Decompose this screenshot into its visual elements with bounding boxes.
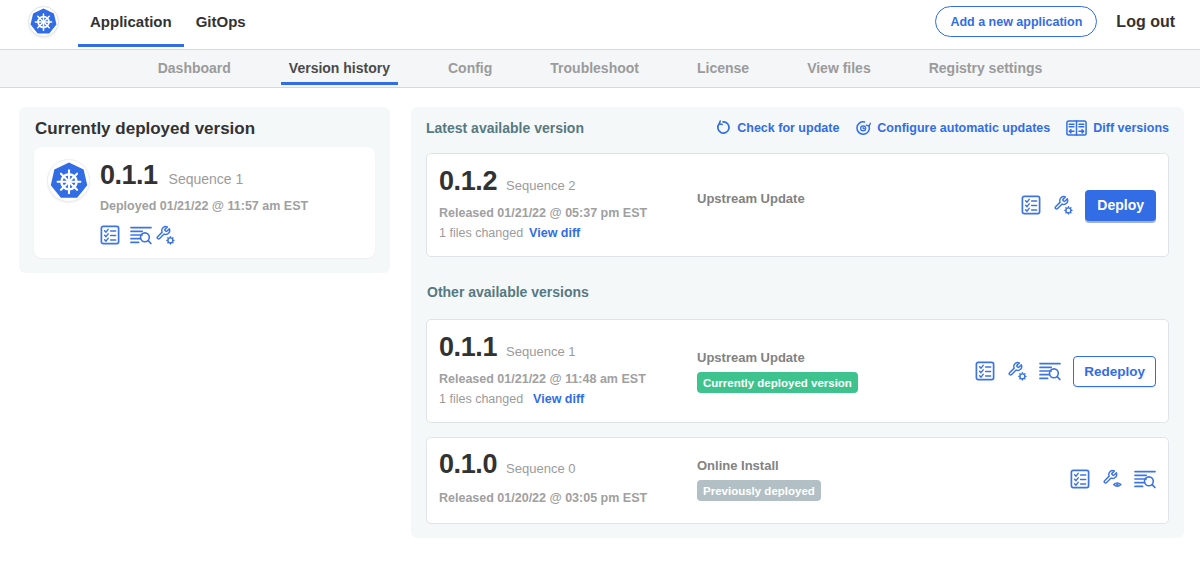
edit-config-icon[interactable] — [155, 225, 175, 245]
version-source: Online Install Previously deployed — [697, 457, 1070, 501]
subnav-item-config[interactable]: Config — [440, 50, 500, 87]
subnav-item-registry-settings[interactable]: Registry settings — [921, 50, 1051, 87]
header-right: Add a new application Log out — [935, 6, 1200, 37]
subnav-item-troubleshoot[interactable]: Troubleshoot — [542, 50, 647, 87]
version-info: 0.1.0 Sequence 0 Released 01/20/22 @ 03:… — [439, 450, 697, 508]
version-card-0-1-1: 0.1.1 Sequence 1 Released 01/21/22 @ 11:… — [426, 319, 1169, 423]
subnav-label: Version history — [289, 60, 390, 76]
check-for-update-label: Check for update — [737, 121, 839, 135]
version-source-label: Online Install — [697, 457, 1070, 474]
configure-automatic-updates-label: Configure automatic updates — [877, 121, 1050, 135]
files-changed-label: 1 files changed — [439, 392, 523, 406]
main-content: Currently deployed version 0.1.1 Sequenc… — [0, 88, 1200, 538]
preflight-checklist-icon[interactable] — [975, 361, 995, 381]
subnav-label: Troubleshoot — [550, 60, 639, 76]
current-version-actions — [100, 225, 308, 245]
files-changed-line: 1 files changed View diff — [439, 223, 697, 243]
tab-gitops[interactable]: GitOps — [184, 0, 258, 49]
version-source: Upstream Update — [697, 190, 1021, 207]
subnav-item-license[interactable]: License — [689, 50, 757, 87]
auto-update-icon — [855, 120, 871, 136]
version-history-panel: Latest available version Check for updat… — [411, 107, 1184, 538]
subnav-label: Config — [448, 60, 492, 76]
edit-config-icon[interactable] — [1053, 195, 1073, 215]
files-changed-label: 1 files changed — [439, 226, 523, 240]
diff-versions-label: Diff versions — [1093, 121, 1169, 135]
currently-deployed-card: 0.1.1 Sequence 1 Deployed 01/21/22 @ 11:… — [34, 147, 375, 258]
version-source-label: Upstream Update — [697, 190, 1021, 207]
version-actions: Deploy — [1021, 190, 1156, 221]
diff-versions-link[interactable]: Diff versions — [1066, 120, 1169, 136]
version-sequence: Sequence 1 — [506, 344, 575, 359]
latest-version-title: Latest available version — [426, 120, 584, 136]
deploy-button[interactable]: Deploy — [1085, 190, 1156, 221]
subnav-label: Dashboard — [158, 60, 231, 76]
version-card-0-1-0: 0.1.0 Sequence 0 Released 01/20/22 @ 03:… — [426, 437, 1169, 524]
currently-deployed-badge: Currently deployed version — [697, 372, 858, 393]
subnav-label: License — [697, 60, 749, 76]
current-version-deployed-at: Deployed 01/21/22 @ 11:57 am EST — [100, 198, 308, 215]
currently-deployed-info: 0.1.1 Sequence 1 Deployed 01/21/22 @ 11:… — [100, 159, 308, 245]
version-info: 0.1.2 Sequence 2 Released 01/21/22 @ 05:… — [439, 167, 697, 243]
version-info: 0.1.1 Sequence 1 Released 01/21/22 @ 11:… — [439, 333, 697, 409]
version-released-at: Released 01/20/22 @ 03:05 pm EST — [439, 488, 697, 508]
kubernetes-logo-icon — [50, 162, 88, 200]
version-sequence: Sequence 2 — [506, 178, 575, 193]
current-version-number: 0.1.1 — [100, 162, 158, 188]
diff-versions-icon — [1066, 120, 1087, 136]
deploy-logs-icon[interactable] — [1134, 470, 1156, 489]
configure-automatic-updates-link[interactable]: Configure automatic updates — [855, 120, 1050, 136]
check-update-icon — [715, 120, 731, 136]
version-number: 0.1.2 — [439, 167, 497, 195]
version-source-label: Upstream Update — [697, 349, 975, 366]
app-logo — [28, 6, 59, 37]
deploy-logs-icon[interactable] — [130, 226, 152, 245]
app-icon-badge — [47, 159, 90, 202]
tab-application-label: Application — [90, 13, 172, 30]
version-source: Upstream Update Currently deployed versi… — [697, 349, 975, 393]
latest-version-header: Latest available version Check for updat… — [426, 120, 1169, 136]
redeploy-button[interactable]: Redeploy — [1073, 356, 1156, 387]
version-number: 0.1.1 — [439, 333, 497, 361]
currently-deployed-panel: Currently deployed version 0.1.1 Sequenc… — [19, 107, 390, 273]
current-version-sequence: Sequence 1 — [169, 171, 244, 187]
version-released-at: Released 01/21/22 @ 11:48 am EST — [439, 369, 697, 389]
other-versions-title: Other available versions — [427, 284, 1169, 300]
edit-config-icon[interactable] — [1007, 361, 1027, 381]
subnav-item-dashboard[interactable]: Dashboard — [150, 50, 239, 87]
subnav-item-view-files[interactable]: View files — [799, 50, 879, 87]
subnav-label: Registry settings — [929, 60, 1043, 76]
tab-application[interactable]: Application — [78, 0, 184, 49]
tab-gitops-label: GitOps — [196, 13, 246, 30]
version-actions — [1070, 469, 1156, 489]
top-header: Application GitOps Add a new application… — [0, 0, 1200, 50]
view-config-icon[interactable] — [1102, 469, 1122, 489]
check-for-update-link[interactable]: Check for update — [715, 120, 839, 136]
subnav-label: View files — [807, 60, 871, 76]
preflight-checklist-icon[interactable] — [1021, 195, 1041, 215]
version-card-0-1-2: 0.1.2 Sequence 2 Released 01/21/22 @ 05:… — [426, 153, 1169, 257]
preflight-checklist-icon[interactable] — [100, 225, 120, 245]
view-diff-link[interactable]: View diff — [529, 226, 580, 240]
deploy-logs-icon[interactable] — [1039, 362, 1061, 381]
logout-link[interactable]: Log out — [1116, 13, 1175, 31]
files-changed-line: 1 files changed View diff — [439, 389, 697, 409]
version-sequence: Sequence 0 — [506, 461, 575, 476]
version-toolbar: Check for update Configure automatic upd… — [715, 120, 1169, 136]
currently-deployed-title: Currently deployed version — [35, 119, 375, 138]
version-number: 0.1.0 — [439, 450, 497, 478]
subnav: Dashboard Version history Config Trouble… — [0, 50, 1200, 88]
kubernetes-logo-icon — [30, 8, 57, 35]
add-application-button[interactable]: Add a new application — [935, 6, 1097, 37]
app-tabs: Application GitOps — [78, 0, 258, 49]
subnav-item-version-history[interactable]: Version history — [281, 50, 398, 87]
version-released-at: Released 01/21/22 @ 05:37 pm EST — [439, 203, 697, 223]
view-diff-link[interactable]: View diff — [533, 392, 584, 406]
version-actions: Redeploy — [975, 356, 1156, 387]
preflight-checklist-icon[interactable] — [1070, 469, 1090, 489]
previously-deployed-badge: Previously deployed — [697, 480, 821, 501]
